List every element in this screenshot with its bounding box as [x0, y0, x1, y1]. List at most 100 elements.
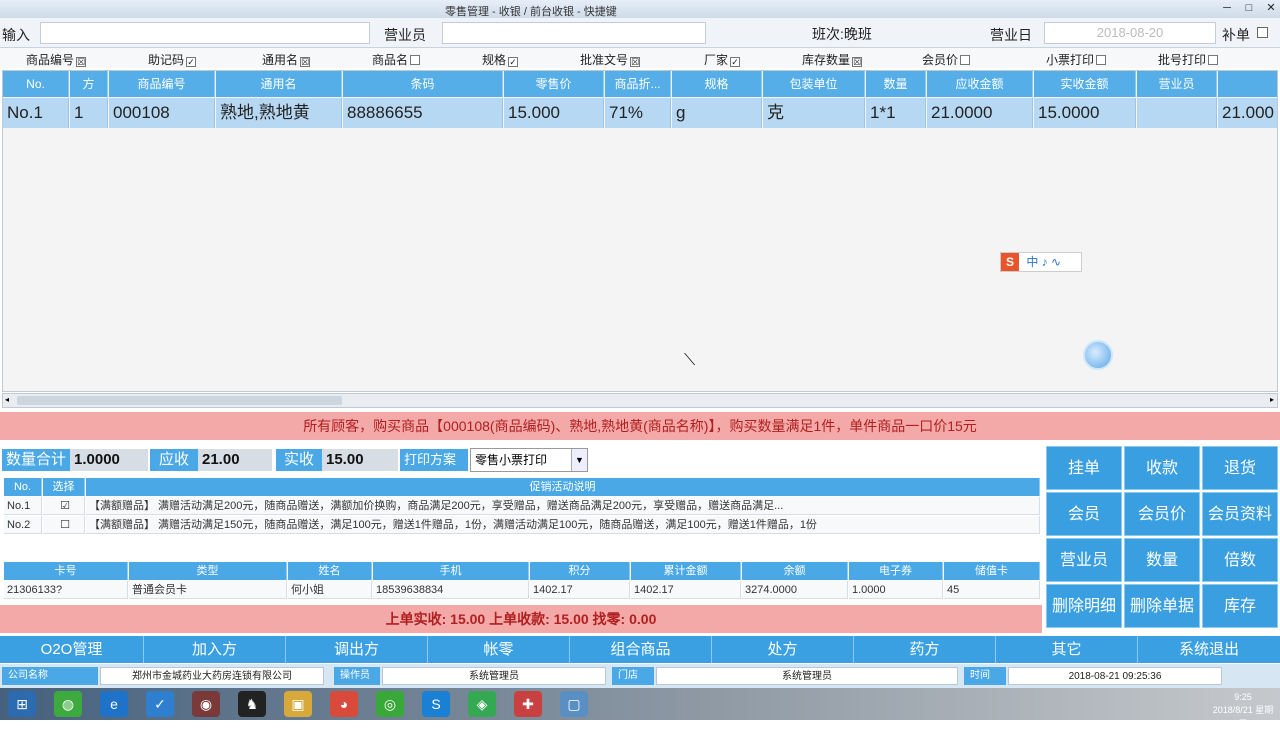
column-header-amount-paid[interactable]: 实收金额: [1034, 71, 1136, 97]
ie-browser-icon[interactable]: e: [100, 691, 128, 717]
promotion-grid[interactable]: No. 选择 促销活动说明 No.1 ☑ 【满额赠品】 满赠活动满足200元，随…: [4, 478, 1040, 540]
option-approval-no[interactable]: 批准文号 ☒: [580, 51, 641, 68]
member-price-button[interactable]: 会员价: [1124, 492, 1200, 536]
member-button[interactable]: 会员: [1046, 492, 1122, 536]
minimize-button[interactable]: ─: [1218, 1, 1236, 15]
cell-amount-paid[interactable]: 15.0000: [1034, 98, 1136, 128]
column-header-extra[interactable]: [1218, 71, 1277, 97]
close-button[interactable]: ✕: [1262, 1, 1280, 15]
ime-toolbar[interactable]: S 中 ♪ ∿: [1000, 252, 1082, 272]
grid-horizontal-scrollbar[interactable]: ◂ ▸: [2, 393, 1278, 408]
cell-product-code[interactable]: 000108: [109, 98, 215, 128]
totals-row: 数量合计 1.0000 应收 21.00 实收 15.00 打印方案 零售小票打…: [0, 446, 1042, 472]
checkout-button[interactable]: 收款: [1124, 446, 1200, 490]
scroll-left-icon[interactable]: ◂: [5, 395, 9, 404]
option-stock-qty[interactable]: 库存数量 ☒: [802, 51, 863, 68]
column-header-generic-name[interactable]: 通用名: [216, 71, 342, 97]
option-member-price[interactable]: 会员价: [922, 51, 971, 68]
security-icon[interactable]: ◎: [376, 691, 404, 717]
folder-icon[interactable]: ▣: [284, 691, 312, 717]
cell-discount[interactable]: 71%: [605, 98, 671, 128]
ime-status[interactable]: 中 ♪ ∿: [1022, 255, 1061, 269]
cell-retail-price[interactable]: 15.000: [504, 98, 604, 128]
business-date-input[interactable]: 2018-08-20: [1044, 22, 1216, 44]
time-value: 2018-08-21 09:25:36: [1008, 667, 1222, 685]
cell-amount-due[interactable]: 21.0000: [927, 98, 1033, 128]
column-header-retail-price[interactable]: 零售价: [504, 71, 604, 97]
delete-line-button[interactable]: 删除明细: [1046, 584, 1122, 628]
option-manufacturer[interactable]: 厂家 ✓: [704, 51, 741, 68]
cell-quantity[interactable]: 1*1: [866, 98, 926, 128]
scroll-right-icon[interactable]: ▸: [1270, 395, 1274, 404]
column-header-discount[interactable]: 商品折...: [605, 71, 671, 97]
window-icon[interactable]: ▢: [560, 691, 588, 717]
360-browser-icon[interactable]: ◍: [54, 691, 82, 717]
column-header-no[interactable]: No.: [3, 71, 69, 97]
option-product-code[interactable]: 商品编号 ☒: [26, 51, 87, 68]
load-prescription-button[interactable]: 调出方: [286, 636, 428, 663]
column-header-rx[interactable]: 方: [70, 71, 108, 97]
app-icon[interactable]: ◈: [468, 691, 496, 717]
column-header-product-code[interactable]: 商品编号: [109, 71, 215, 97]
qq-icon[interactable]: ♞: [238, 691, 266, 717]
return-goods-button[interactable]: 退货: [1202, 446, 1278, 490]
column-header-unit[interactable]: 包装单位: [763, 71, 865, 97]
cell-unit[interactable]: 克: [763, 98, 865, 128]
chrome-icon[interactable]: ◕: [330, 691, 358, 717]
option-generic-name[interactable]: 通用名 ☒: [262, 51, 311, 68]
multiple-button[interactable]: 倍数: [1202, 538, 1278, 582]
option-mnemonic[interactable]: 助记码 ✓: [148, 51, 197, 68]
sogou-icon[interactable]: S: [422, 691, 450, 717]
combo-product-button[interactable]: 组合商品: [570, 636, 712, 663]
option-spec[interactable]: 规格 ✓: [482, 51, 519, 68]
sogou-ime-icon[interactable]: S: [1001, 253, 1019, 271]
promo-row-checkbox[interactable]: ☑: [43, 497, 85, 515]
system-clock[interactable]: 9:25 2018/8/21 星期二: [1210, 691, 1276, 730]
quantity-button[interactable]: 数量: [1124, 538, 1200, 582]
maximize-button[interactable]: □: [1240, 1, 1258, 15]
cell-clerk[interactable]: [1137, 98, 1217, 128]
member-info-button[interactable]: 会员资料: [1202, 492, 1278, 536]
change-button[interactable]: 帐零: [428, 636, 570, 663]
promo-row-checkbox[interactable]: ☐: [43, 516, 85, 534]
reissue-checkbox[interactable]: [1257, 27, 1268, 38]
pos-app-icon[interactable]: ✚: [514, 691, 542, 717]
delete-bill-button[interactable]: 删除单据: [1124, 584, 1200, 628]
column-header-barcode[interactable]: 条码: [343, 71, 503, 97]
clerk-button[interactable]: 营业员: [1046, 538, 1122, 582]
medicine-recipe-button[interactable]: 药方: [854, 636, 996, 663]
clerk-input[interactable]: [442, 22, 706, 44]
member-cell-ecoupon: 1.0000: [849, 581, 943, 599]
cell-spec[interactable]: g: [672, 98, 762, 128]
add-prescription-button[interactable]: 加入方: [144, 636, 286, 663]
column-header-clerk[interactable]: 营业员: [1137, 71, 1217, 97]
option-batch-print[interactable]: 批号打印: [1158, 51, 1219, 68]
chevron-down-icon[interactable]: ▼: [571, 449, 587, 471]
column-header-spec[interactable]: 规格: [672, 71, 762, 97]
cell-rx[interactable]: 1: [70, 98, 108, 128]
option-product-name[interactable]: 商品名: [372, 51, 421, 68]
member-grid[interactable]: 卡号 类型 姓名 手机 积分 累计金额 余额 电子券 储值卡 21306133?…: [4, 562, 1040, 602]
other-button[interactable]: 其它: [996, 636, 1138, 663]
column-header-amount-due[interactable]: 应收金额: [927, 71, 1033, 97]
print-scheme-select[interactable]: 零售小票打印 ▼: [470, 448, 588, 472]
o2o-manage-button[interactable]: O2O管理: [0, 636, 144, 663]
stock-button[interactable]: 库存: [1202, 584, 1278, 628]
member-header-card: 卡号: [4, 562, 128, 580]
media-icon[interactable]: ◉: [192, 691, 220, 717]
cell-generic-name[interactable]: 熟地,熟地黄: [216, 98, 342, 128]
cell-no[interactable]: No.1: [3, 98, 69, 128]
hold-order-button[interactable]: 挂单: [1046, 446, 1122, 490]
floating-assistant-icon[interactable]: [1083, 340, 1113, 370]
cell-extra[interactable]: 21.000: [1218, 98, 1277, 128]
option-receipt-print[interactable]: 小票打印: [1046, 51, 1107, 68]
column-header-quantity[interactable]: 数量: [866, 71, 926, 97]
start-icon[interactable]: ⊞: [8, 691, 36, 717]
window-titlebar: 零售管理 - 收银 / 前台收银 - 快捷键 ─ □ ✕: [0, 0, 1280, 18]
prescription-button[interactable]: 处方: [712, 636, 854, 663]
scrollbar-thumb[interactable]: [17, 396, 342, 405]
barcode-input[interactable]: [40, 22, 370, 44]
cell-barcode[interactable]: 88886655: [343, 98, 503, 128]
system-exit-button[interactable]: 系统退出: [1138, 636, 1280, 663]
explorer-icon[interactable]: ✓: [146, 691, 174, 717]
